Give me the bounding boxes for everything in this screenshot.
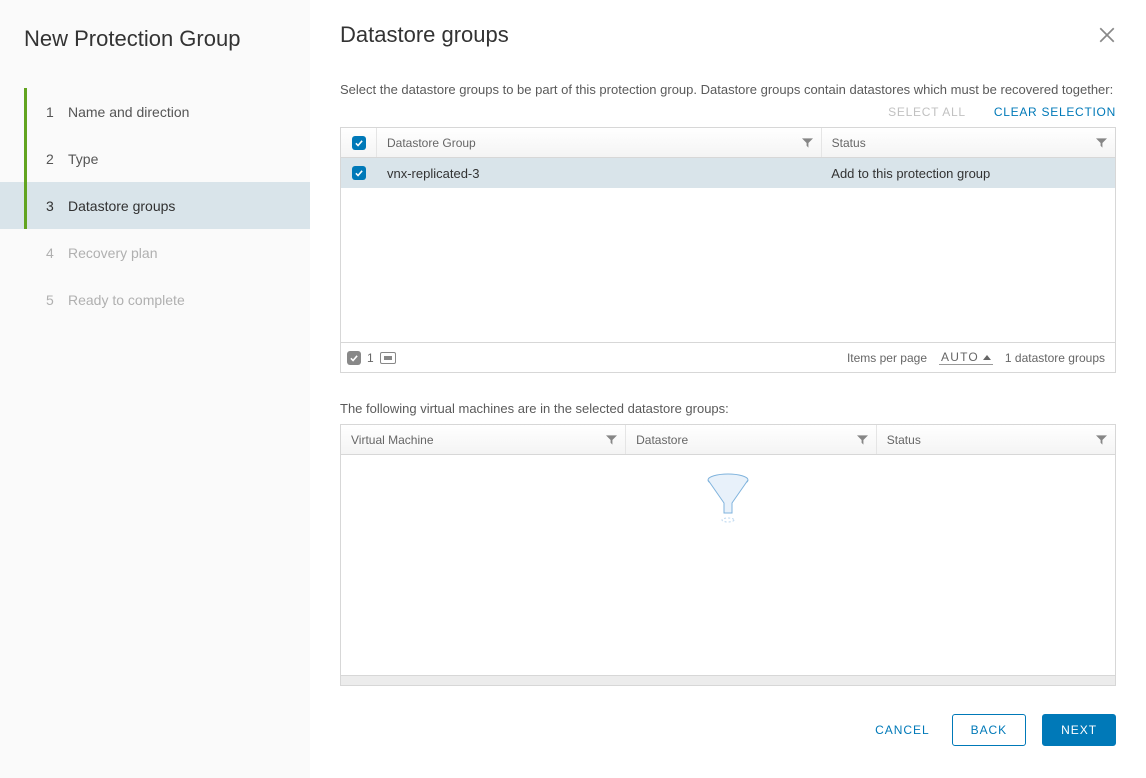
page-title: Datastore groups	[340, 22, 1098, 48]
filter-icon[interactable]	[1096, 137, 1107, 148]
column-header-status[interactable]: Status	[832, 136, 866, 150]
chevron-up-icon	[983, 355, 991, 360]
items-per-page-label: Items per page	[847, 351, 927, 365]
empty-funnel-icon	[706, 473, 750, 675]
virtual-machines-table: Virtual Machine Datastore Status	[340, 424, 1116, 686]
cancel-button[interactable]: CANCEL	[869, 723, 935, 737]
step-ready-to-complete: 5 Ready to complete	[0, 276, 310, 323]
filter-icon[interactable]	[606, 434, 617, 445]
column-header-status[interactable]: Status	[887, 433, 921, 447]
wizard-sidebar: New Protection Group 1 Name and directio…	[0, 0, 310, 778]
select-all-link[interactable]: SELECT ALL	[888, 105, 966, 119]
column-header-datastore-group[interactable]: Datastore Group	[387, 136, 476, 150]
cell-status: Add to this protection group	[831, 166, 990, 181]
step-type[interactable]: 2 Type	[0, 135, 310, 182]
wizard-title: New Protection Group	[0, 26, 310, 76]
cell-datastore-group: vnx-replicated-3	[387, 166, 480, 181]
select-all-checkbox[interactable]	[352, 136, 366, 150]
row-checkbox[interactable]	[352, 166, 366, 180]
vm-description: The following virtual machines are in th…	[340, 401, 1116, 416]
column-header-virtual-machine[interactable]: Virtual Machine	[351, 433, 434, 447]
step-name-and-direction[interactable]: 1 Name and direction	[0, 88, 310, 135]
column-header-datastore[interactable]: Datastore	[636, 433, 688, 447]
datastore-groups-table: Datastore Group Status	[340, 127, 1116, 373]
footer-checkbox[interactable]	[347, 351, 361, 365]
step-datastore-groups[interactable]: 3 Datastore groups	[0, 182, 310, 229]
back-button[interactable]: BACK	[952, 714, 1027, 746]
columns-icon[interactable]	[380, 352, 396, 364]
description-text: Select the datastore groups to be part o…	[340, 78, 1116, 101]
selected-count: 1	[367, 351, 374, 365]
total-count: 1 datastore groups	[1005, 351, 1105, 365]
next-button[interactable]: NEXT	[1042, 714, 1116, 746]
filter-icon[interactable]	[1096, 434, 1107, 445]
table-row[interactable]: vnx-replicated-3 Add to this protection …	[341, 158, 1115, 188]
step-recovery-plan: 4 Recovery plan	[0, 229, 310, 276]
filter-icon[interactable]	[802, 137, 813, 148]
items-per-page-select[interactable]: AUTO	[939, 350, 993, 365]
clear-selection-link[interactable]: CLEAR SELECTION	[994, 105, 1116, 119]
close-icon[interactable]	[1098, 26, 1116, 44]
filter-icon[interactable]	[857, 434, 868, 445]
